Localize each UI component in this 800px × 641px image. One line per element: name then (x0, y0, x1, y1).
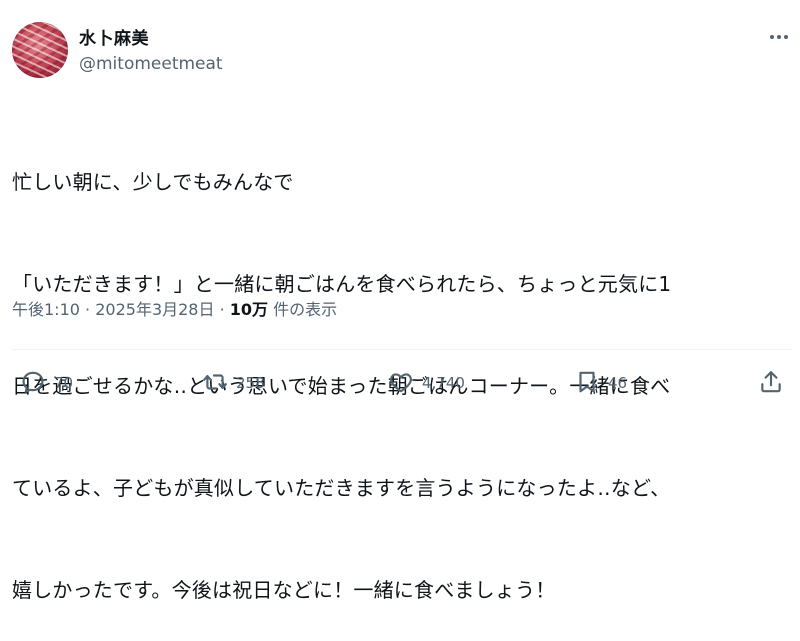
repost-count: 258 (236, 374, 265, 392)
tweet-meta: 午後1:10 · 2025年3月28日 · 10万 件の表示 (12, 296, 337, 320)
bookmark-count: 46 (608, 374, 628, 392)
repost-button[interactable]: 258 (202, 365, 265, 399)
more-options-button[interactable] (764, 24, 794, 50)
more-icon (770, 35, 788, 39)
meta-separator: · (219, 300, 225, 319)
reply-icon (22, 371, 44, 393)
bookmark-button[interactable]: 46 (574, 365, 627, 399)
avatar[interactable] (12, 22, 68, 78)
views-count: 10万 (229, 300, 269, 319)
like-icon (390, 373, 412, 393)
tweet-line: 嬉しかったです。今後は祝日などに！一緒に食べましょう！ (12, 578, 556, 602)
reply-count: 70 (54, 374, 74, 392)
repost-icon (203, 374, 227, 390)
tweet-line: ているよ、子どもが真似していただきますを言うようになったよ‥など、 (12, 476, 671, 500)
display-name[interactable]: 水卜麻美 (79, 24, 149, 49)
tweet-line: 忙しい朝に、少しでもみんなで (12, 170, 294, 194)
like-count: 4,740 (422, 374, 465, 392)
views-label: 件の表示 (273, 300, 338, 319)
bookmark-icon (579, 371, 595, 393)
share-icon (761, 371, 781, 393)
tweet-date[interactable]: 2025年3月28日 (95, 300, 214, 319)
share-button[interactable] (758, 365, 784, 399)
like-button[interactable]: 4,740 (388, 365, 465, 399)
reply-button[interactable]: 70 (20, 365, 73, 399)
user-handle[interactable]: @mitomeetmeat (79, 54, 223, 74)
tweet-time[interactable]: 午後1:10 (12, 300, 80, 319)
divider (12, 349, 792, 350)
meta-separator: · (85, 300, 91, 319)
